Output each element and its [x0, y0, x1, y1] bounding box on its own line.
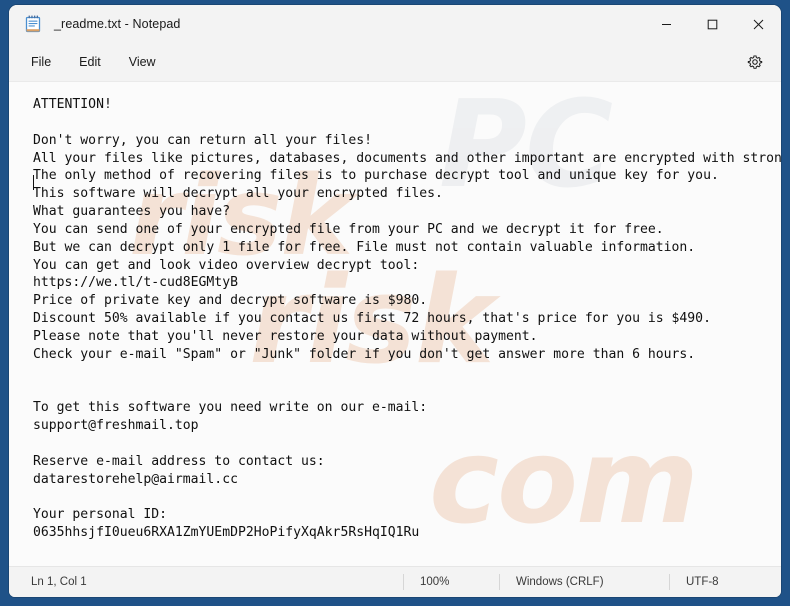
- desktop-background: _readme.txt - Notepad File Edit View PC …: [0, 0, 790, 606]
- status-bar: Ln 1, Col 1 100% Windows (CRLF) UTF-8: [9, 566, 781, 597]
- ransom-note-text[interactable]: ATTENTION! Don't worry, you can return a…: [9, 82, 781, 542]
- close-button[interactable]: [735, 5, 781, 43]
- close-icon: [753, 19, 763, 29]
- status-cursor-position: Ln 1, Col 1: [31, 576, 87, 588]
- menu-item-file[interactable]: File: [20, 50, 62, 74]
- status-line-ending[interactable]: Windows (CRLF): [499, 574, 604, 590]
- window-controls: [643, 5, 781, 43]
- status-encoding[interactable]: UTF-8: [669, 574, 719, 590]
- settings-button[interactable]: [741, 49, 769, 75]
- maximize-button[interactable]: [689, 5, 735, 43]
- text-caret: [33, 175, 34, 190]
- window-title: _readme.txt - Notepad: [54, 17, 181, 31]
- text-editor[interactable]: PC risk risk com ATTENTION! Don't worry,…: [9, 82, 781, 566]
- menu-item-edit[interactable]: Edit: [68, 50, 112, 74]
- notepad-window: _readme.txt - Notepad File Edit View PC …: [9, 5, 781, 597]
- title-bar[interactable]: _readme.txt - Notepad: [9, 5, 781, 43]
- minimize-icon: [661, 23, 671, 25]
- minimize-button[interactable]: [643, 5, 689, 43]
- maximize-icon: [707, 19, 717, 29]
- menu-bar: File Edit View: [9, 43, 781, 82]
- notepad-icon: [25, 15, 41, 33]
- status-zoom-level[interactable]: 100%: [403, 574, 449, 590]
- gear-icon: [747, 55, 763, 69]
- menu-item-view[interactable]: View: [118, 50, 167, 74]
